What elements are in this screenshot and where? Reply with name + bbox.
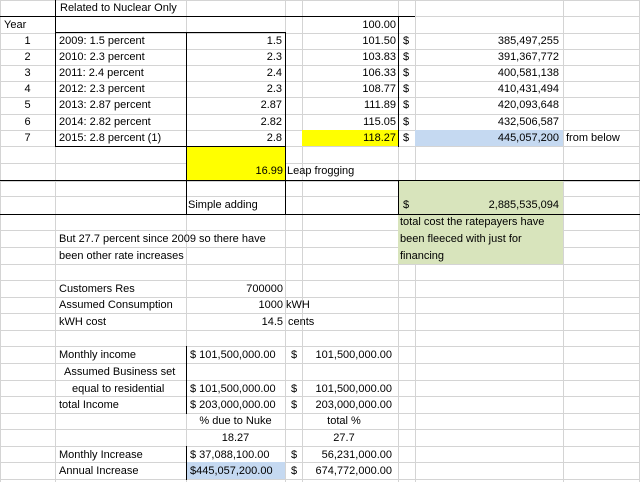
row-label[interactable]: 2015: 2.8 percent (1) [59,130,161,146]
kwh-cost-unit[interactable]: cents [288,314,314,330]
row-amount[interactable]: 391,367,772 [415,49,559,65]
row-label[interactable]: 2009: 1.5 percent [59,33,145,49]
business-value[interactable]: $ 101,500,000.00 [190,381,276,397]
business-label-2[interactable]: equal to residential [72,381,164,397]
from-below-note[interactable]: from below [566,130,620,146]
row-label[interactable]: 2014: 2.82 percent [59,114,151,130]
row-index[interactable]: 115.05 [302,114,396,130]
total-pct-value[interactable]: 27.7 [296,430,392,446]
base-index[interactable]: 100.00 [302,17,396,33]
total-note-line[interactable]: financing [400,248,444,264]
row-amount[interactable]: 400,581,138 [415,65,559,81]
row-index[interactable]: 101.50 [302,33,396,49]
pct-nuke-value[interactable]: 18.27 [186,430,285,446]
row-num[interactable]: 6 [0,114,55,130]
row-currency[interactable]: $ [403,114,409,130]
row-num[interactable]: 1 [0,33,55,49]
total-pct-label[interactable]: total % [296,413,392,429]
monthly-income-value-2[interactable]: 101,500,000.00 [302,347,392,363]
customers-value[interactable]: 700000 [186,281,283,297]
row-currency[interactable]: $ [403,65,409,81]
row-currency[interactable]: $ [403,130,409,146]
simple-adding-label[interactable]: Simple adding [188,197,258,213]
monthly-increase-value-2[interactable]: 56,231,000.00 [302,447,392,463]
annual-increase-currency[interactable]: $ [291,463,297,479]
row-num[interactable]: 4 [0,81,55,97]
since-note-line[interactable]: But 27.7 percent since 2009 so there hav… [59,231,266,247]
row-index[interactable]: 108.77 [302,81,396,97]
row-label[interactable]: 2013: 2.87 percent [59,97,151,113]
leap-value[interactable]: 16.99 [186,163,283,179]
row-num[interactable]: 7 [0,130,55,146]
monthly-increase-label[interactable]: Monthly Increase [59,447,143,463]
header-note[interactable]: Related to Nuclear Only [60,0,177,16]
row-num[interactable]: 5 [0,97,55,113]
row-label[interactable]: 2012: 2.3 percent [59,81,145,97]
annual-increase-value-2[interactable]: 674,772,000.00 [302,463,392,479]
row-amount[interactable]: 385,497,255 [415,33,559,49]
kwh-cost-label[interactable]: kWH cost [59,314,106,330]
monthly-income-label[interactable]: Monthly income [59,347,136,363]
pct-nuke-label[interactable]: % due to Nuke [186,413,285,429]
leap-label[interactable]: Leap frogging [287,163,354,179]
row-rate[interactable]: 2.87 [186,97,282,113]
kwh-cost-value[interactable]: 14.5 [186,314,283,330]
total-note-line[interactable]: total cost the ratepayers have [400,214,544,230]
consumption-unit[interactable]: kWH [286,297,310,313]
row-rate[interactable]: 2.82 [186,114,282,130]
row-rate[interactable]: 2.8 [186,130,282,146]
row-index[interactable]: 118.27 [302,130,396,146]
annual-increase-label[interactable]: Annual Increase [59,463,139,479]
row-currency[interactable]: $ [403,97,409,113]
row-rate[interactable]: 1.5 [186,33,282,49]
spreadsheet-grid[interactable]: Related to Nuclear Only Year 100.00 1 20… [0,0,640,482]
row-rate[interactable]: 2.4 [186,65,282,81]
monthly-increase-currency[interactable]: $ [291,447,297,463]
row-amount[interactable]: 432,506,587 [415,114,559,130]
row-amount[interactable]: 410,431,494 [415,81,559,97]
row-amount[interactable]: 445,057,200 [415,130,559,146]
row-currency[interactable]: $ [403,81,409,97]
row-num[interactable]: 2 [0,49,55,65]
annual-increase-value[interactable]: $445,057,200.00 [190,463,273,479]
row-label[interactable]: 2011: 2.4 percent [59,65,144,81]
total-income-value[interactable]: $ 203,000,000.00 [190,397,276,413]
monthly-increase-value[interactable]: $ 37,088,100.00 [190,447,270,463]
row-currency[interactable]: $ [403,49,409,65]
monthly-income-currency[interactable]: $ [291,347,297,363]
row-num[interactable]: 3 [0,65,55,81]
year-label[interactable]: Year [4,17,26,33]
total-cost-value[interactable]: 2,885,535,094 [415,197,559,213]
since-note-line[interactable]: been other rate increases [59,248,184,264]
total-income-label[interactable]: total Income [59,397,119,413]
total-currency[interactable]: $ [403,197,409,213]
business-label[interactable]: Assumed Business set [64,364,175,380]
consumption-value[interactable]: 1000 [186,297,283,313]
total-income-value-2[interactable]: 203,000,000.00 [302,397,392,413]
business-value-2[interactable]: 101,500,000.00 [302,381,392,397]
consumption-label[interactable]: Assumed Consumption [59,297,173,313]
row-index[interactable]: 106.33 [302,65,396,81]
business-currency[interactable]: $ [291,381,297,397]
row-index[interactable]: 103.83 [302,49,396,65]
row-rate[interactable]: 2.3 [186,49,282,65]
total-income-currency[interactable]: $ [291,397,297,413]
row-amount[interactable]: 420,093,648 [415,97,559,113]
total-note-line[interactable]: been fleeced with just for [400,231,522,247]
monthly-income-value[interactable]: $ 101,500,000.00 [190,347,276,363]
customers-label[interactable]: Customers Res [59,281,135,297]
row-index[interactable]: 111.89 [302,97,396,113]
row-label[interactable]: 2010: 2.3 percent [59,49,145,65]
row-currency[interactable]: $ [403,33,409,49]
row-rate[interactable]: 2.3 [186,81,282,97]
